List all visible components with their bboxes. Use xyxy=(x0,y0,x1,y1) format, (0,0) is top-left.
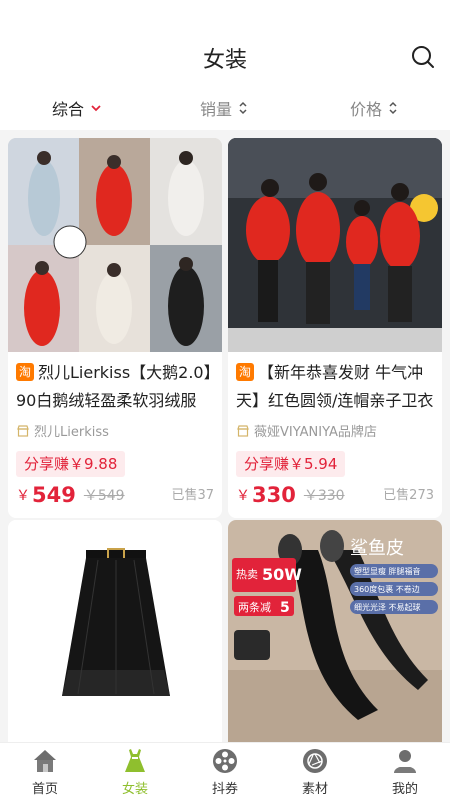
store-icon xyxy=(17,424,29,437)
sort-updown-icon xyxy=(239,101,247,115)
product-card[interactable]: 淘烈儿Lierkiss【大鹅2.0】90白鹅绒轻盈柔软羽绒服 烈儿Lierkis… xyxy=(8,138,222,518)
sort-label: 价格 xyxy=(350,100,383,119)
tab-label: 女装 xyxy=(121,782,148,797)
top-header: 女装 综合 销量 价格 xyxy=(0,0,450,130)
sold-count: 已售273 xyxy=(383,488,434,503)
user-icon xyxy=(394,750,416,773)
shop-name-text: 薇娅VIYANIYA品牌店 xyxy=(254,425,377,440)
tab-womens-clothing[interactable]: 女装 xyxy=(90,743,180,800)
app-root: 女装 综合 销量 价格 淘 烈儿Lierkiss【大鹅2.0】90白鹅绒轻盈柔软… xyxy=(0,0,450,800)
image-text: 热卖 xyxy=(236,568,258,581)
original-price: ￥549 xyxy=(83,488,125,504)
store-icon xyxy=(237,424,249,437)
sort-price[interactable]: 价格 xyxy=(350,94,398,122)
sort-bar: 综合 销量 价格 xyxy=(0,94,450,122)
search-icon xyxy=(412,46,434,68)
taobao-badge-icon: 淘 xyxy=(16,363,34,381)
sort-label: 销量 xyxy=(200,100,233,119)
current-price: 549 xyxy=(32,483,76,507)
sort-sales[interactable]: 销量 xyxy=(200,94,248,122)
chevron-down-icon xyxy=(91,105,101,112)
image-text: 塑型显瘦 胖腿福音 xyxy=(354,566,421,576)
product-card[interactable]: 鲨鱼皮 热卖 50W 塑型显瘦 胖腿福音 360度包裹 不卷边 细光光泽 不易起… xyxy=(228,520,442,742)
sort-comprehensive[interactable]: 综合 xyxy=(52,94,102,122)
product-image xyxy=(8,138,222,352)
aperture-icon xyxy=(303,749,327,773)
page-title: 女装 xyxy=(202,48,247,73)
original-price: ￥330 xyxy=(303,488,345,504)
current-price: 330 xyxy=(252,483,296,507)
image-text: 细光光泽 不易起球 xyxy=(354,602,421,612)
tab-label: 我的 xyxy=(391,782,418,797)
search-button[interactable] xyxy=(410,44,436,70)
film-reel-icon xyxy=(213,749,237,773)
tab-materials[interactable]: 素材 xyxy=(270,743,360,800)
tab-home[interactable]: 首页 xyxy=(0,743,90,800)
product-card[interactable]: 淘【新年恭喜发财 牛气冲天】红色圆领/连帽亲子卫衣 薇娅VIYANIYA品牌店 … xyxy=(228,138,442,518)
shop-name-text: 烈儿Lierkiss xyxy=(34,425,109,440)
image-text: 两条减 xyxy=(238,600,271,614)
taobao-badge-icon: 淘 xyxy=(236,363,254,381)
tab-label: 首页 xyxy=(31,782,58,797)
tab-coupons[interactable]: 抖券 xyxy=(180,743,270,800)
price-line: ￥ 330 ￥330 已售273 xyxy=(236,481,434,507)
product-grid: 淘烈儿Lierkiss【大鹅2.0】90白鹅绒轻盈柔软羽绒服 烈儿Lierkis… xyxy=(0,130,450,742)
currency-symbol: ￥ xyxy=(16,488,30,504)
product-image xyxy=(8,520,222,742)
price-line: ￥ 549 ￥549 已售37 xyxy=(16,481,214,507)
image-text: 50W xyxy=(262,565,302,584)
product-image xyxy=(228,138,442,352)
product-title-text: 【新年恭喜发财 牛气冲天】红色圆领/连帽亲子卫衣 xyxy=(236,363,434,410)
product-title-text: 烈儿Lierkiss【大鹅2.0】90白鹅绒轻盈柔软羽绒服 xyxy=(16,363,212,410)
image-text: 鲨鱼皮 xyxy=(350,538,404,559)
currency-symbol: ￥ xyxy=(236,488,250,504)
sort-label: 综合 xyxy=(52,100,85,119)
dress-icon xyxy=(125,749,145,772)
tab-label: 素材 xyxy=(301,782,328,797)
home-icon xyxy=(34,750,56,772)
image-text: 5 xyxy=(280,600,290,616)
shop-name[interactable]: 薇娅VIYANIYA品牌店 xyxy=(236,421,377,440)
share-earn-tag[interactable]: 分享赚￥5.94 xyxy=(236,451,346,477)
image-text: 360度包裹 不卷边 xyxy=(354,584,420,594)
tab-mine[interactable]: 我的 xyxy=(360,743,450,800)
share-earn-tag[interactable]: 分享赚￥9.88 xyxy=(16,451,126,477)
tab-label: 抖券 xyxy=(211,782,238,797)
product-image: 鲨鱼皮 热卖 50W 塑型显瘦 胖腿福音 360度包裹 不卷边 细光光泽 不易起… xyxy=(228,520,442,742)
product-card[interactable] xyxy=(8,520,222,742)
sold-count: 已售37 xyxy=(171,488,214,503)
sort-updown-icon xyxy=(389,101,397,115)
shop-name[interactable]: 烈儿Lierkiss xyxy=(16,421,109,440)
bottom-tab-bar: 首页 女装 抖券 素材 我的 xyxy=(0,742,450,800)
product-title: 淘【新年恭喜发财 牛气冲天】红色圆领/连帽亲子卫衣 xyxy=(236,359,436,415)
product-title: 淘烈儿Lierkiss【大鹅2.0】90白鹅绒轻盈柔软羽绒服 xyxy=(16,359,216,415)
